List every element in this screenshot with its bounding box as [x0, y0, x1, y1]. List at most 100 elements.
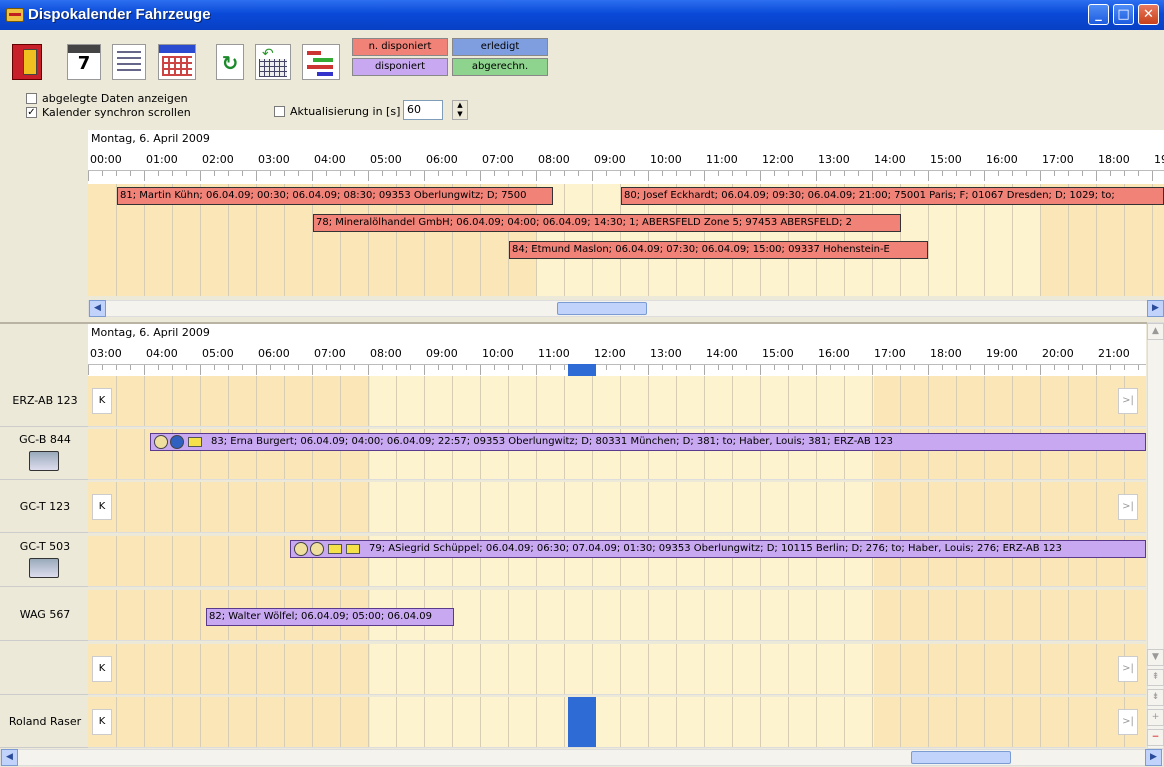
top-tick [1082, 171, 1083, 176]
refresh-seconds-input[interactable]: 60 [403, 100, 443, 120]
row-grid[interactable]: K >| [88, 482, 1146, 533]
bottom-tick [508, 365, 509, 370]
row-header[interactable]: ERZ-AB 123 [0, 376, 88, 427]
bottom-tick [564, 365, 565, 370]
top-tick [480, 171, 481, 181]
row-grid[interactable]: K >| [88, 376, 1146, 427]
scroll-left-button[interactable]: ◀ [89, 300, 106, 317]
close-button[interactable]: ✕ [1138, 4, 1159, 25]
grid-column-line [368, 482, 369, 532]
row-header[interactable] [0, 644, 88, 695]
event-81[interactable]: 81; Martin Kühn; 06.04.09; 00:30; 06.04.… [117, 187, 553, 205]
grid-column-line [480, 697, 481, 747]
bottom-scroll-left-button[interactable]: ◀ [1, 749, 18, 766]
refresh-spinner[interactable]: ▲ ▼ [452, 100, 468, 120]
grid-column-line [620, 697, 621, 747]
jump-bottom-icon[interactable]: ⇟ [1147, 689, 1164, 706]
bottom-tick [802, 365, 803, 370]
jump-last-button[interactable]: >| [1118, 388, 1138, 414]
grid-column-line [928, 376, 929, 426]
grid-column-line [424, 697, 425, 747]
vehicle-event[interactable]: 82; Walter Wölfel; 06.04.09; 05:00; 06.0… [206, 608, 454, 626]
calendar-month-icon[interactable] [158, 44, 196, 80]
grid-column-line [256, 376, 257, 426]
refresh-icon[interactable]: ↻ [216, 44, 244, 80]
calendar-sync-icon[interactable]: ↶ [255, 44, 291, 80]
top-calendar-header: Montag, 6. April 2009 00:00 01:00 02:00 03:… [88, 130, 1164, 186]
jump-first-button[interactable]: K [92, 494, 112, 520]
bottom-hour-label: 14:00 [706, 347, 738, 360]
grid-column-line [704, 697, 705, 747]
gantt-chart-icon[interactable] [302, 44, 340, 80]
row-grid[interactable]: 83; Erna Burgert; 06.04.09; 04:00; 06.04… [88, 429, 1146, 480]
bottom-hour-label: 12:00 [594, 347, 626, 360]
event-78[interactable]: 78; Mineralölhandel GmbH; 06.04.09; 04:0… [313, 214, 901, 232]
jump-last-button[interactable]: >| [1118, 709, 1138, 735]
grid-column-line [872, 644, 873, 694]
top-tick [634, 171, 635, 176]
row-grid[interactable]: 79; ASiegrid Schüppel; 06.04.09; 06:30; … [88, 536, 1146, 587]
bottom-tick [340, 365, 341, 370]
grid-column-line [312, 482, 313, 532]
vehicle-event[interactable]: 83; Erna Burgert; 06.04.09; 04:00; 06.04… [150, 433, 1146, 451]
event-84[interactable]: 84; Etmund Maslon; 06.04.09; 07:30; 06.0… [509, 241, 928, 259]
grid-column-line [592, 644, 593, 694]
grid-column-line [228, 644, 229, 694]
calendar-day-icon[interactable]: 7 [67, 44, 101, 80]
event-80[interactable]: 80; Josef Eckhardt; 06.04.09; 09:30; 06.… [621, 187, 1164, 205]
top-hour-label: 16:00 [986, 153, 1018, 166]
vehicle-event[interactable]: 79; ASiegrid Schüppel; 06.04.09; 06:30; … [290, 540, 1146, 558]
jump-first-button[interactable]: K [92, 709, 112, 735]
row-header[interactable]: GC-T 503 [0, 536, 88, 587]
bottom-horizontal-scrollbar[interactable]: ◀ ▶ [0, 749, 1164, 766]
bottom-hour-label: 10:00 [482, 347, 514, 360]
zoom-in-icon[interactable]: + [1147, 709, 1164, 726]
row-header[interactable]: GC-T 123 [0, 482, 88, 533]
sync-scroll-checkbox[interactable]: ✓ [26, 107, 37, 118]
row-header[interactable]: WAG 567 [0, 590, 88, 641]
top-calendar-grid: 81; Martin Kühn; 06.04.09; 00:30; 06.04.… [88, 184, 1164, 296]
jump-last-button[interactable]: >| [1118, 494, 1138, 520]
jump-top-icon[interactable]: ⇞ [1147, 669, 1164, 686]
bottom-tick [284, 365, 285, 370]
title-bar: Dispokalender Fahrzeuge _ □ ✕ [0, 0, 1164, 30]
scroll-down-button[interactable]: ▼ [1147, 649, 1164, 666]
jump-first-button[interactable]: K [92, 656, 112, 682]
row-header[interactable]: Roland Raser [0, 697, 88, 748]
top-tick [326, 171, 327, 176]
scroll-up-button[interactable]: ▲ [1147, 323, 1164, 340]
row-grid[interactable]: K >| [88, 697, 1146, 748]
zoom-out-icon[interactable]: − [1147, 729, 1164, 746]
bottom-hour-label: 21:00 [1098, 347, 1130, 360]
bottom-scroll-right-button[interactable]: ▶ [1145, 749, 1162, 766]
refresh-checkbox[interactable] [274, 106, 285, 117]
jump-first-button[interactable]: K [92, 388, 112, 414]
grid-column-line [200, 697, 201, 747]
top-tick [522, 171, 523, 176]
grid-column-line [844, 590, 845, 640]
grid-column-line [284, 697, 285, 747]
exit-door-icon[interactable] [12, 44, 42, 80]
bottom-hour-label: 15:00 [762, 347, 794, 360]
grid-column-line [284, 376, 285, 426]
top-tick [214, 171, 215, 176]
bottom-vertical-scrollbar[interactable]: ▲ ▼ ⇞ ⇟ + − [1147, 322, 1164, 749]
bottom-tick [970, 365, 971, 370]
bottom-scroll-thumb[interactable] [911, 751, 1011, 764]
bottom-tick [158, 365, 159, 370]
row-grid[interactable]: K >| [88, 644, 1146, 695]
maximize-button[interactable]: □ [1113, 4, 1134, 25]
grid-column-line [1096, 644, 1097, 694]
show-archived-checkbox[interactable] [26, 93, 37, 104]
jump-last-button[interactable]: >| [1118, 656, 1138, 682]
bottom-tick [732, 365, 733, 370]
minimize-button[interactable]: _ [1088, 4, 1109, 25]
top-horizontal-scrollbar[interactable]: ◀ ▶ [88, 300, 1164, 317]
row-header[interactable]: GC-B 844 [0, 429, 88, 480]
top-scroll-thumb[interactable] [557, 302, 647, 315]
grid-column-line [1040, 376, 1041, 426]
row-grid[interactable]: 82; Walter Wölfel; 06.04.09; 05:00; 06.0… [88, 590, 1146, 641]
top-hour-label: 19 [1154, 153, 1164, 166]
scroll-right-button[interactable]: ▶ [1147, 300, 1164, 317]
list-view-icon[interactable] [112, 44, 146, 80]
